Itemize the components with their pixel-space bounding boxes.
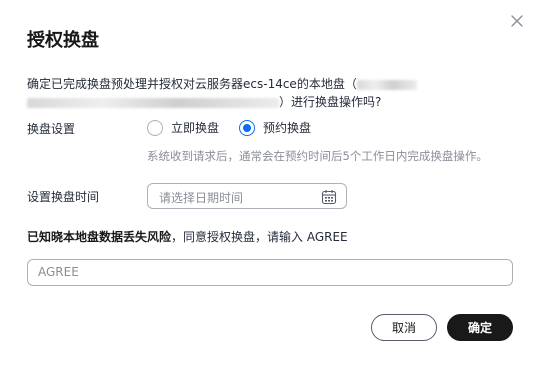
close-icon[interactable]	[508, 12, 526, 30]
warning-instruction-text: ，同意授权换盘，请输入 AGREE	[171, 230, 348, 244]
data-loss-warning: 已知晓本地盘数据丢失风险，同意授权换盘，请输入 AGREE	[27, 228, 348, 245]
redacted-disk-info	[356, 79, 417, 90]
dialog-title: 授权换盘	[27, 30, 99, 51]
radio-scheduled-swap[interactable]: 预约换盘	[239, 119, 311, 136]
confirm-button[interactable]: 确定	[447, 314, 513, 341]
cancel-button[interactable]: 取消	[371, 314, 437, 341]
warning-bold-text: 已知晓本地盘数据丢失风险	[27, 230, 172, 244]
swap-time-label: 设置换盘时间	[27, 190, 100, 204]
radio-circle[interactable]	[147, 119, 163, 136]
radio-circle-selected[interactable]	[239, 119, 255, 136]
datetime-placeholder: 请选择日期时间	[159, 191, 244, 205]
radio-immediate-swap[interactable]: 立即换盘	[147, 119, 219, 136]
redacted-disk-info-2	[27, 97, 279, 108]
calendar-icon[interactable]	[321, 189, 337, 205]
datetime-picker-input[interactable]: 请选择日期时间	[147, 183, 347, 209]
authorize-swap-dialog: 授权换盘 确定已完成换盘预处理并授权对云服务器ecs-14ce的本地盘（ ）进行…	[0, 0, 538, 367]
swap-setting-label: 换盘设置	[27, 122, 76, 136]
description-text-start: 确定已完成换盘预处理并授权对云服务器ecs-14ce的本地盘（	[27, 77, 357, 91]
radio-scheduled-label: 预约换盘	[263, 121, 312, 135]
dialog-description: 确定已完成换盘预处理并授权对云服务器ecs-14ce的本地盘（ ）进行换盘操作吗…	[27, 75, 517, 111]
schedule-hint: 系统收到请求后，通常会在预约时间后5个工作日内完成换盘操作。	[147, 149, 488, 163]
description-text-end: ）进行换盘操作吗?	[279, 95, 382, 109]
radio-immediate-label: 立即换盘	[171, 121, 220, 135]
agree-input[interactable]: AGREE	[27, 259, 513, 286]
